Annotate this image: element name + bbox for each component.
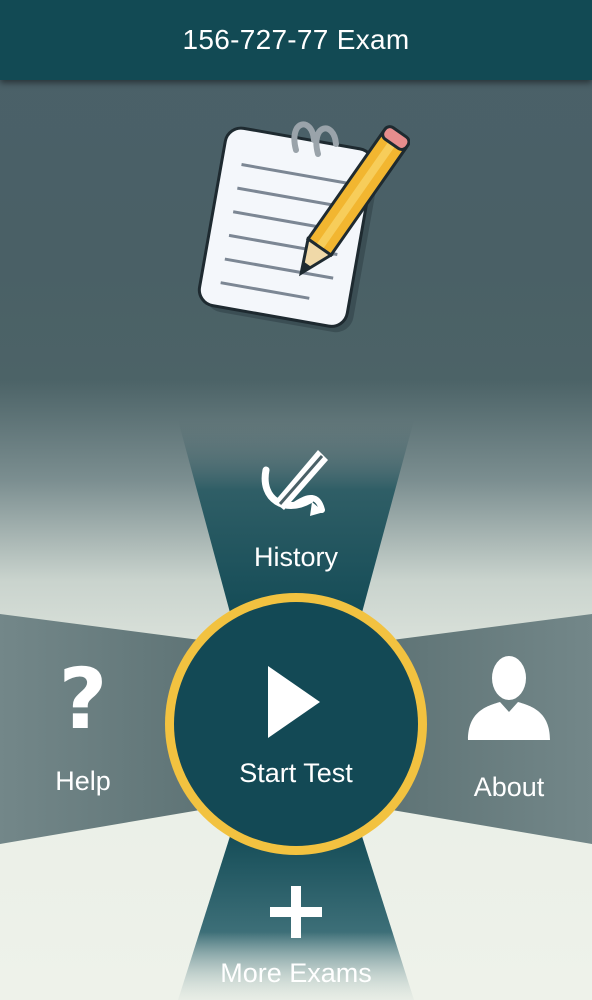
about-label: About (473, 772, 545, 802)
signature-pen-icon (261, 450, 328, 516)
plus-icon (270, 886, 322, 938)
start-test-button[interactable]: Start Test (162, 590, 430, 858)
history-label: History (253, 542, 338, 572)
help-label: Help (55, 766, 111, 796)
page-title: 156-727-77 Exam (182, 24, 410, 55)
help-button[interactable]: ? Help (18, 654, 148, 814)
person-silhouette-icon (468, 656, 550, 740)
more-exams-label: More Exams (220, 958, 372, 988)
notepad-pencil-icon (197, 121, 410, 333)
about-button[interactable]: About (444, 652, 574, 812)
history-button[interactable]: History (226, 440, 366, 590)
question-mark-icon: ? (58, 650, 108, 748)
start-test-label: Start Test (239, 758, 353, 788)
start-circle (165, 593, 427, 855)
app-header: 156-727-77 Exam (0, 0, 592, 80)
more-exams-button[interactable]: More Exams (196, 884, 396, 1000)
